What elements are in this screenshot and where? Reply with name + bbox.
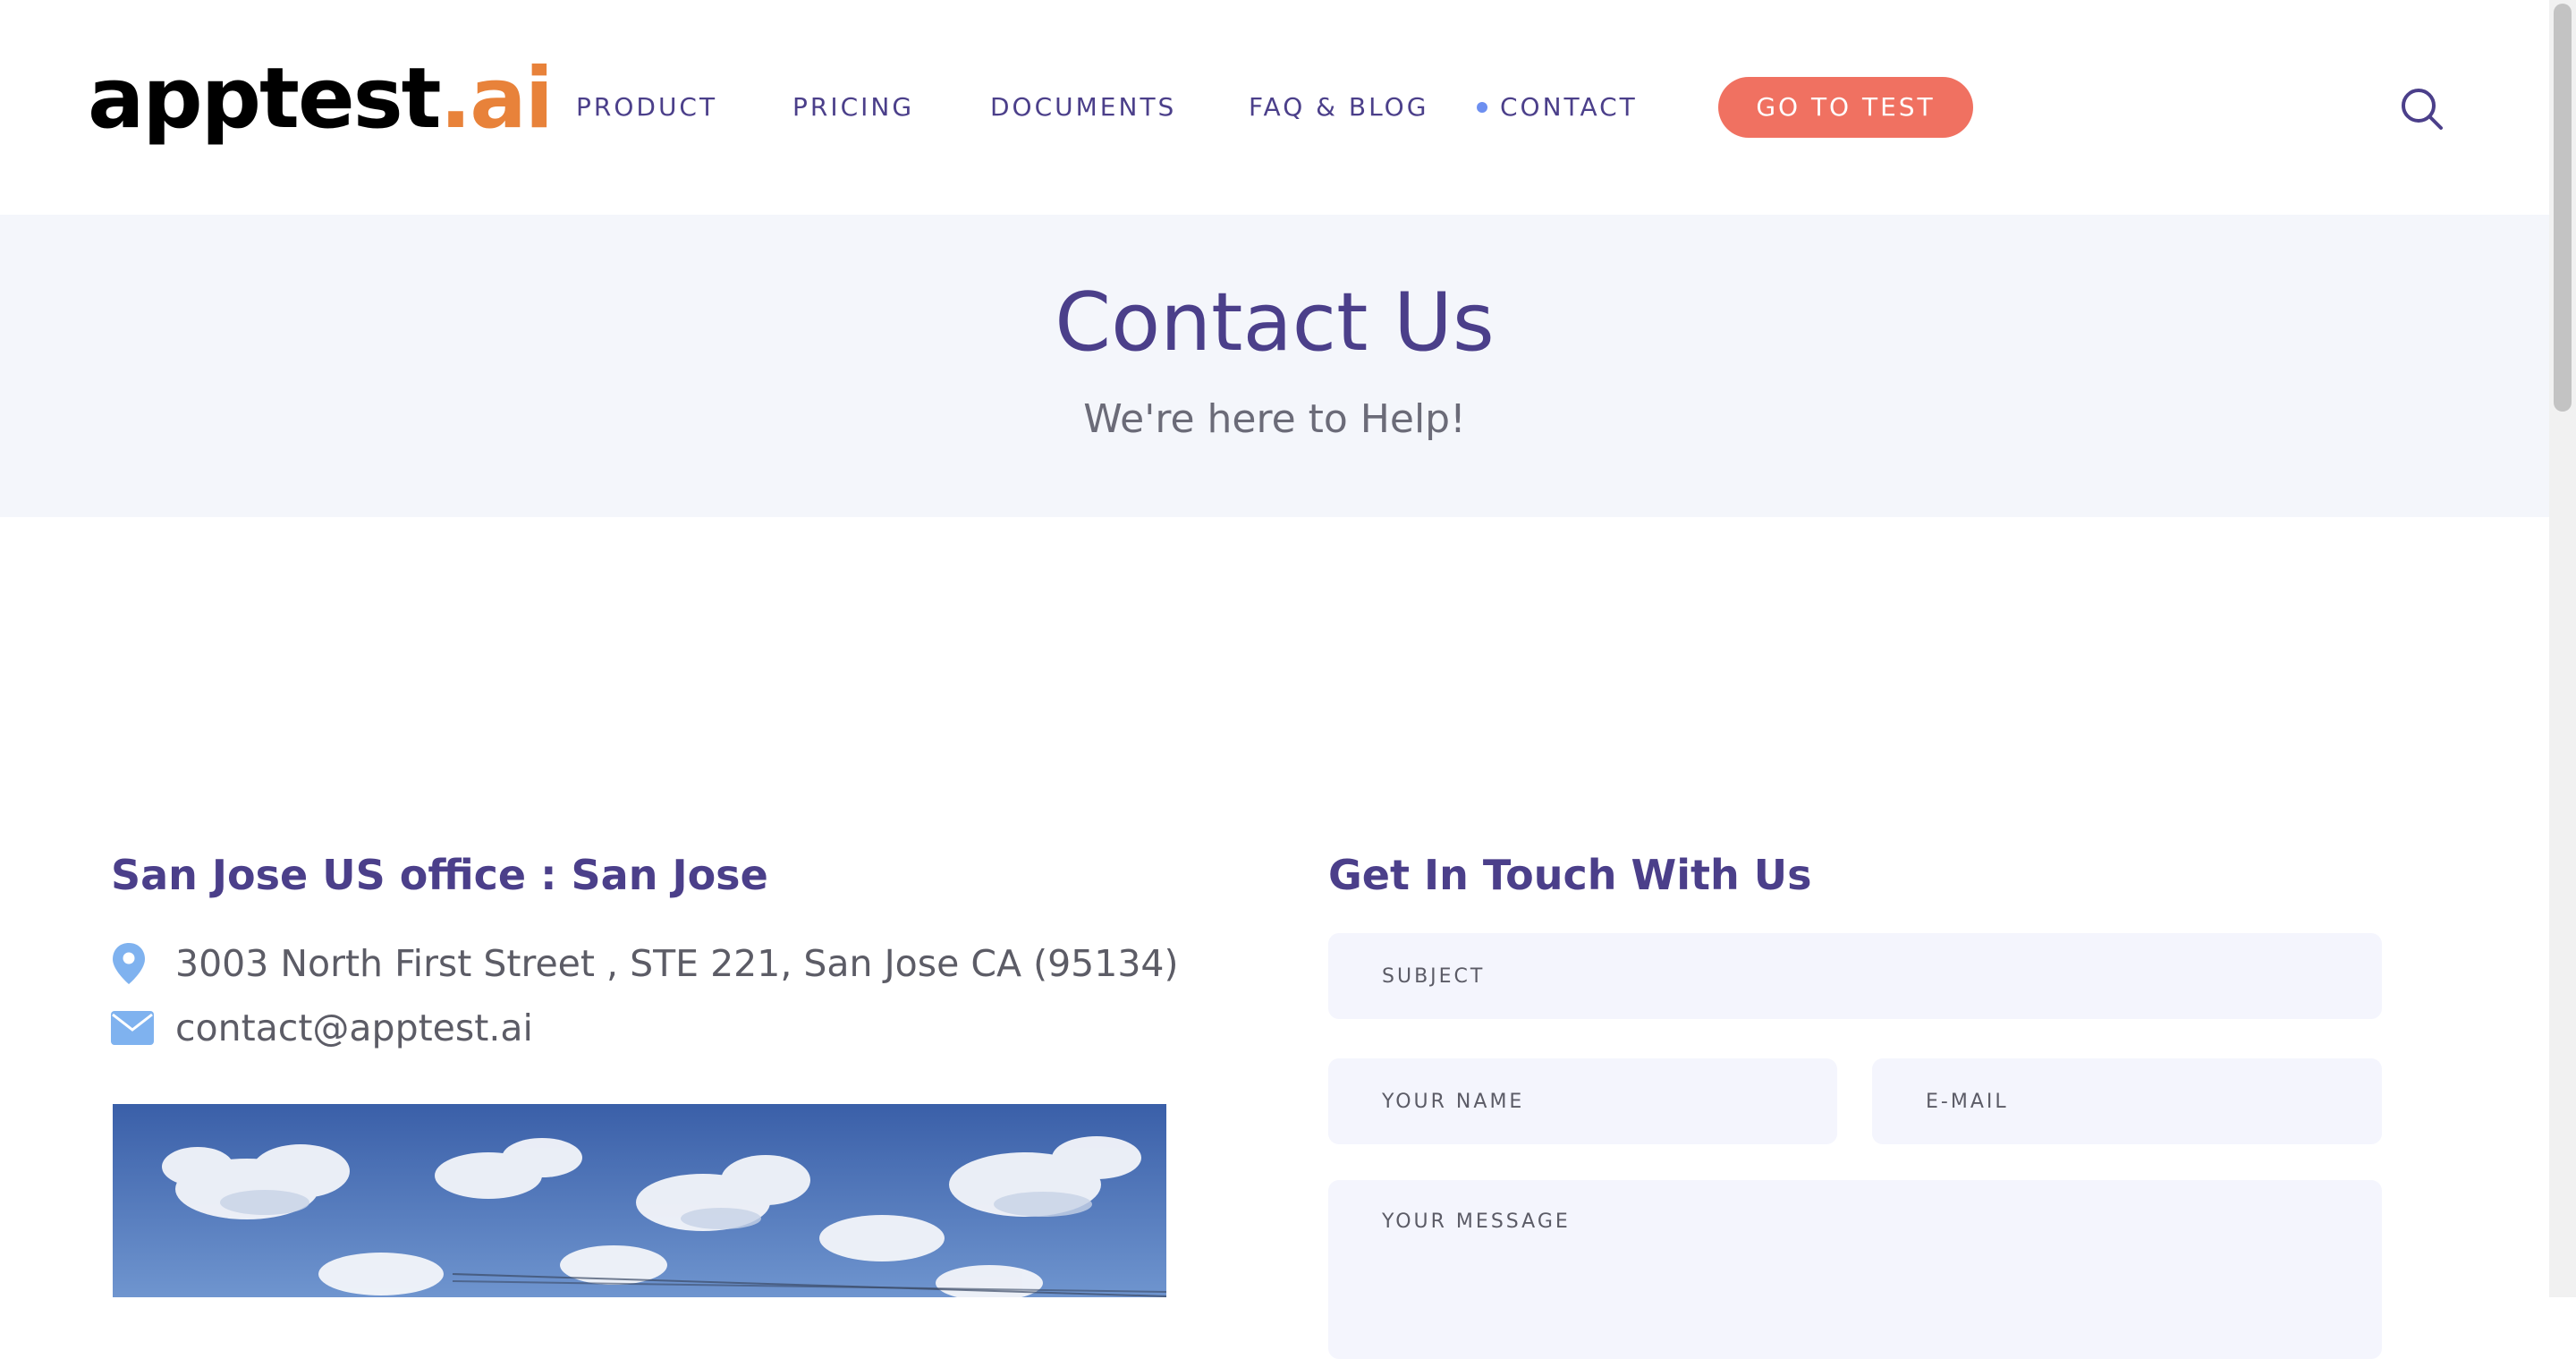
email-row: contact@apptest.ai [111, 1006, 533, 1050]
nav-faq-blog[interactable]: FAQ & BLOG [1249, 89, 1428, 125]
office-photo [113, 1104, 1166, 1297]
scrollbar-thumb[interactable] [2554, 4, 2572, 412]
search-button[interactable] [2397, 84, 2447, 134]
page-hero: Contact Us We're here to Help! [0, 215, 2549, 517]
active-nav-indicator [1477, 102, 1487, 113]
envelope-icon [111, 1007, 154, 1049]
email-input[interactable] [1872, 1058, 2382, 1144]
subject-input[interactable] [1328, 933, 2382, 1019]
nav-product[interactable]: PRODUCT [576, 89, 717, 125]
page-subtitle: We're here to Help! [1083, 396, 1466, 442]
site-header: apptest.ai PRODUCT PRICING DOCUMENTS FAQ… [0, 0, 2549, 215]
form-title: Get In Touch With Us [1328, 851, 1812, 899]
go-to-test-button[interactable]: GO TO TEST [1718, 77, 1973, 138]
main-nav: PRODUCT PRICING DOCUMENTS FAQ & BLOG CON… [0, 89, 1968, 125]
office-title: San Jose US office : San Jose [111, 851, 768, 899]
nav-pricing[interactable]: PRICING [792, 89, 914, 125]
page-title: Contact Us [1055, 276, 1495, 369]
page-scrollbar[interactable] [2549, 0, 2576, 1297]
name-input[interactable] [1328, 1058, 1837, 1144]
message-textarea[interactable] [1328, 1180, 2382, 1359]
office-email-link[interactable]: contact@apptest.ai [175, 1006, 533, 1050]
address-row: 3003 North First Street , STE 221, San J… [111, 941, 1179, 986]
map-pin-icon [111, 942, 154, 985]
nav-documents[interactable]: DOCUMENTS [990, 89, 1176, 125]
office-address: 3003 North First Street , STE 221, San J… [175, 942, 1179, 985]
search-icon [2402, 89, 2443, 130]
nav-contact[interactable]: CONTACT [1500, 89, 1638, 125]
